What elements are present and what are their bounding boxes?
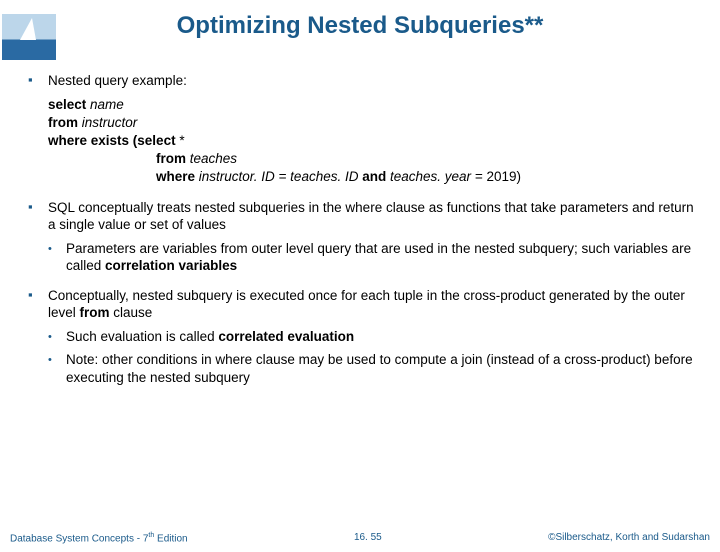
footer-right: ©Silberschatz, Korth and Sudarshan	[548, 532, 710, 544]
sub-bullet-2-1: • Parameters are variables from outer le…	[48, 240, 700, 275]
bullet-marker: •	[48, 328, 66, 346]
footer-center: 16. 55	[354, 532, 382, 544]
footer-left: Database System Concepts - 7th Edition	[10, 532, 188, 544]
bullet-text: SQL conceptually treats nested subquerie…	[48, 199, 700, 234]
bullet-marker: •	[48, 351, 66, 386]
bullet-marker: ▪	[28, 199, 48, 234]
sub-bullet-3-2: • Note: other conditions in where clause…	[48, 351, 700, 386]
logo-image	[2, 14, 56, 60]
bullet-marker: ▪	[28, 287, 48, 322]
bullet-3: ▪ Conceptually, nested subquery is execu…	[28, 287, 700, 322]
slide-body: ▪ Nested query example: select name from…	[28, 72, 700, 393]
footer: Database System Concepts - 7th Edition 1…	[10, 532, 710, 544]
bullet-text: Note: other conditions in where clause m…	[66, 351, 700, 386]
bullet-text: Such evaluation is called correlated eva…	[66, 328, 700, 346]
bullet-text: Conceptually, nested subquery is execute…	[48, 287, 700, 322]
code-block: select name from instructor where exists…	[48, 96, 700, 187]
bullet-marker: •	[48, 240, 66, 275]
sub-bullet-3-1: • Such evaluation is called correlated e…	[48, 328, 700, 346]
bullet-marker: ▪	[28, 72, 48, 90]
bullet-text: Nested query example:	[48, 72, 700, 90]
bullet-text: Parameters are variables from outer leve…	[66, 240, 700, 275]
bullet-1: ▪ Nested query example:	[28, 72, 700, 90]
bullet-2: ▪ SQL conceptually treats nested subquer…	[28, 199, 700, 234]
slide-title: Optimizing Nested Subqueries**	[0, 12, 720, 40]
